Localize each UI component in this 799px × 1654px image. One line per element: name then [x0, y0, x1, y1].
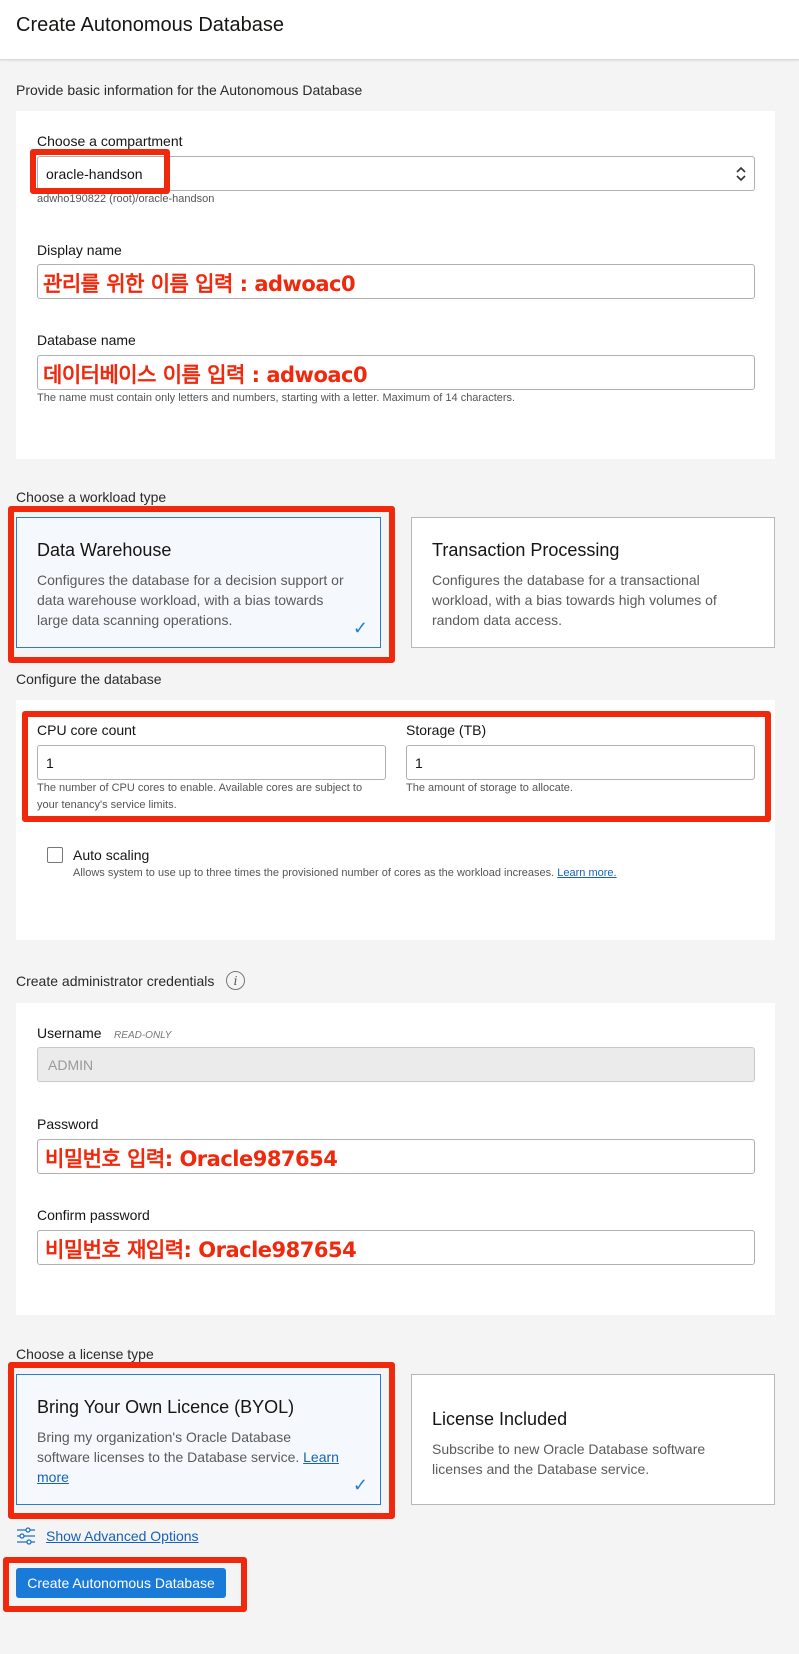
- confirm-password-annotation: 비밀번호 재입력: Oracle987654: [45, 1238, 357, 1262]
- auto-scaling-label: Auto scaling: [73, 847, 150, 863]
- basic-info-section-title: Provide basic information for the Autono…: [16, 82, 363, 98]
- database-name-label: Database name: [37, 332, 136, 348]
- display-name-label: Display name: [37, 242, 122, 258]
- username-label-row: Username READ-ONLY: [37, 1025, 171, 1043]
- license-card-desc: Subscribe to new Oracle Database softwar…: [432, 1441, 706, 1477]
- info-icon[interactable]: i: [226, 971, 245, 990]
- sliders-icon[interactable]: [16, 1527, 36, 1545]
- compartment-path: adwho190822 (root)/oracle-handson: [37, 193, 215, 205]
- workload-card-transaction-processing[interactable]: Transaction Processing Configures the da…: [411, 517, 775, 648]
- highlight-workload: [8, 506, 395, 663]
- auto-scaling-hint: Allows system to use up to three times t…: [73, 867, 555, 879]
- username-input: ADMIN: [37, 1047, 755, 1082]
- auto-scaling-hint-row: Allows system to use up to three times t…: [73, 865, 617, 882]
- highlight-submit: [3, 1557, 247, 1612]
- database-name-annotation: 데이터베이스 이름 입력 : adwoac0: [43, 363, 368, 387]
- license-section-title: Choose a license type: [16, 1346, 154, 1362]
- workload-section-title: Choose a workload type: [16, 489, 167, 505]
- password-label: Password: [37, 1116, 99, 1132]
- compartment-label: Choose a compartment: [37, 133, 183, 149]
- readonly-tag: READ-ONLY: [114, 1030, 172, 1041]
- username-label: Username: [37, 1025, 102, 1041]
- highlight-license: [8, 1362, 395, 1519]
- license-card-included[interactable]: License Included Subscribe to new Oracle…: [411, 1374, 775, 1505]
- username-value: ADMIN: [48, 1056, 94, 1073]
- show-advanced-options-link[interactable]: Show Advanced Options: [46, 1528, 199, 1544]
- highlight-compartment: [30, 149, 170, 194]
- workload-card-desc: Configures the database for a transactio…: [432, 572, 717, 628]
- configure-section-title: Configure the database: [16, 671, 162, 687]
- page-title: Create Autonomous Database: [16, 14, 284, 36]
- database-name-hint: The name must contain only letters and n…: [37, 392, 516, 404]
- confirm-password-label: Confirm password: [37, 1207, 150, 1223]
- workload-card-title: Transaction Processing: [432, 540, 620, 560]
- page-header: Create Autonomous Database: [0, 0, 799, 60]
- select-arrows-icon: [736, 166, 746, 182]
- display-name-annotation: 관리를 위한 이름 입력 : adwoac0: [43, 272, 356, 296]
- auto-scaling-checkbox[interactable]: [47, 847, 63, 863]
- auto-scaling-learn-more-link[interactable]: Learn more.: [557, 867, 616, 879]
- password-annotation: 비밀번호 입력: Oracle987654: [45, 1147, 338, 1171]
- license-card-title: License Included: [432, 1409, 568, 1429]
- admin-section-title: Create administrator credentials: [16, 973, 215, 989]
- highlight-configure: [22, 711, 771, 822]
